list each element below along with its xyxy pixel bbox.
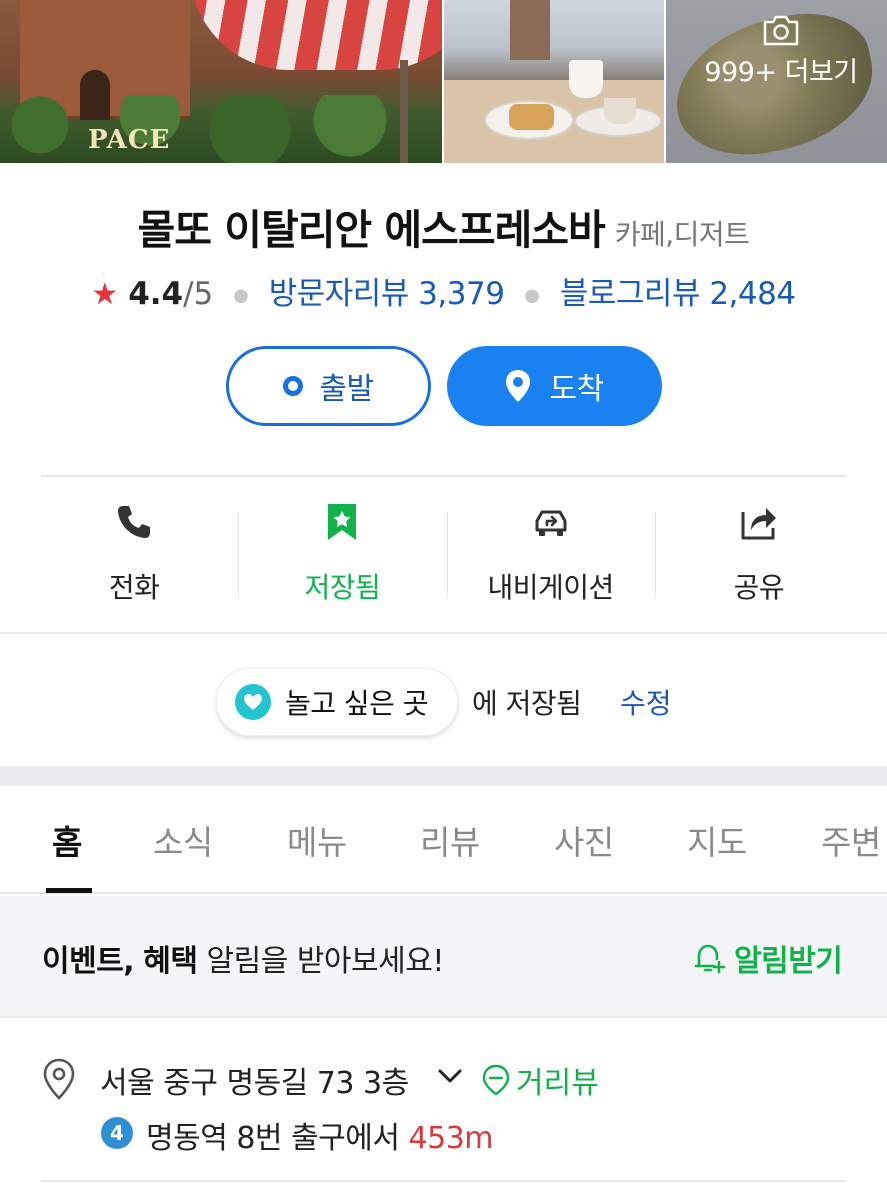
street-view-icon <box>482 1064 510 1096</box>
route-start-label: 출발 <box>319 372 374 407</box>
notification-rest: 알림을 받아보세요! <box>206 944 445 979</box>
photo-strip[interactable]: PACE 999+ 더보기 <box>0 0 887 163</box>
notification-banner: 이벤트, 혜택 알림을 받아보세요! 알림받기 <box>0 896 887 1018</box>
origin-dot-icon <box>283 376 304 396</box>
subscribe-alert-label: 알림받기 <box>734 944 843 979</box>
station-info: 명동역 8번 출구에서 453m <box>146 1113 494 1157</box>
divider <box>41 1180 846 1182</box>
save-label: 저장됨 <box>304 571 381 604</box>
street-view-link[interactable]: 거리뷰 <box>482 1058 599 1102</box>
route-destination-button[interactable]: 도착 <box>447 346 662 426</box>
star-icon: ★ <box>91 277 119 312</box>
photo-exterior[interactable]: PACE <box>0 0 442 163</box>
notification-text: 이벤트, 혜택 알림을 받아보세요! <box>42 936 444 980</box>
photo-church-shape <box>510 0 550 60</box>
call-label: 전화 <box>108 571 160 604</box>
share-action[interactable]: 공유 <box>654 490 863 610</box>
subway-line-badge: 4 <box>101 1117 133 1149</box>
photo-espresso-shape <box>604 98 636 124</box>
photo-more-button[interactable]: 999+ 더보기 <box>696 14 866 89</box>
place-title-row: 몰또 이탈리안 에스프레소바 카페,디저트 <box>0 196 887 256</box>
photo-food-shape <box>509 104 554 130</box>
rating-row: ★ 4.4/5 ● 방문자리뷰 3,379 ● 블로그리뷰 2,484 <box>0 268 887 313</box>
photo-cup-shape <box>569 60 603 98</box>
separator-dot: ● <box>524 285 540 306</box>
divider <box>0 632 887 634</box>
tab-map[interactable]: 지도 <box>687 816 747 864</box>
street-view-label: 거리뷰 <box>516 1066 599 1101</box>
saved-list-chip[interactable]: 놀고 싶은 곳 <box>216 668 458 736</box>
divider <box>41 475 846 477</box>
save-action[interactable]: 저장됨 <box>238 490 446 610</box>
notification-bold-benefits: 혜택 <box>143 944 198 979</box>
tab-photos[interactable]: 사진 <box>554 816 614 864</box>
edit-saved-link[interactable]: 수정 <box>620 682 672 722</box>
place-category: 카페,디저트 <box>614 218 750 251</box>
map-pin-outline-icon <box>43 1058 75 1100</box>
photo-coffee[interactable] <box>444 0 664 163</box>
saved-status-text: 에 저장됨 <box>472 687 582 720</box>
car-navigation-icon <box>535 510 567 536</box>
navigation-label: 내비게이션 <box>487 571 614 604</box>
station-distance: 453m <box>408 1121 494 1156</box>
heart-icon <box>235 684 271 720</box>
subscribe-alert-button[interactable]: 알림받기 <box>692 936 843 980</box>
place-name: 몰또 이탈리안 에스프레소바 <box>137 206 606 254</box>
photo-more-label: 999+ 더보기 <box>704 57 858 88</box>
tab-bar: 홈 소식 메뉴 리뷰 사진 지도 주변 <box>0 786 887 894</box>
camera-icon <box>763 15 799 46</box>
tab-menu[interactable]: 메뉴 <box>287 816 347 864</box>
visitor-reviews-link[interactable]: 방문자리뷰 3,379 <box>269 276 505 312</box>
call-action[interactable]: 전화 <box>30 490 238 610</box>
route-destination-label: 도착 <box>549 372 604 407</box>
tab-reviews[interactable]: 리뷰 <box>420 816 480 864</box>
photo-pole-shape <box>400 60 408 163</box>
tab-news[interactable]: 소식 <box>153 816 213 864</box>
location-pin-icon <box>506 370 531 402</box>
section-gap <box>0 766 887 786</box>
saved-list-name: 놀고 싶은 곳 <box>285 687 429 720</box>
tab-nearby[interactable]: 주변 <box>821 816 881 864</box>
separator-dot: ● <box>233 285 249 306</box>
share-icon <box>741 508 776 540</box>
chevron-down-icon[interactable] <box>436 1066 464 1086</box>
rating-max: /5 <box>183 276 214 312</box>
blog-reviews-link[interactable]: 블로그리뷰 2,484 <box>560 276 796 312</box>
rating-score: 4.4 <box>128 276 184 312</box>
address-text[interactable]: 서울 중구 명동길 73 3층 <box>100 1058 409 1102</box>
station-exit: 명동역 8번 출구에서 <box>146 1121 400 1156</box>
tab-home[interactable]: 홈 <box>52 816 82 864</box>
share-label: 공유 <box>733 571 785 604</box>
action-bar: 전화 저장됨 내비게이션 공유 <box>30 490 863 610</box>
bookmark-icon <box>328 504 357 540</box>
photo-trees-shape <box>0 95 442 163</box>
route-start-button[interactable]: 출발 <box>226 346 431 426</box>
active-tab-indicator <box>46 888 92 893</box>
navigation-action[interactable]: 내비게이션 <box>446 490 655 610</box>
photo-more[interactable]: 999+ 더보기 <box>666 0 887 163</box>
bell-plus-icon <box>694 944 726 974</box>
notification-bold-events: 이벤트, <box>42 944 135 979</box>
photo-logo-text: PACE <box>88 125 171 155</box>
phone-icon <box>118 506 151 538</box>
